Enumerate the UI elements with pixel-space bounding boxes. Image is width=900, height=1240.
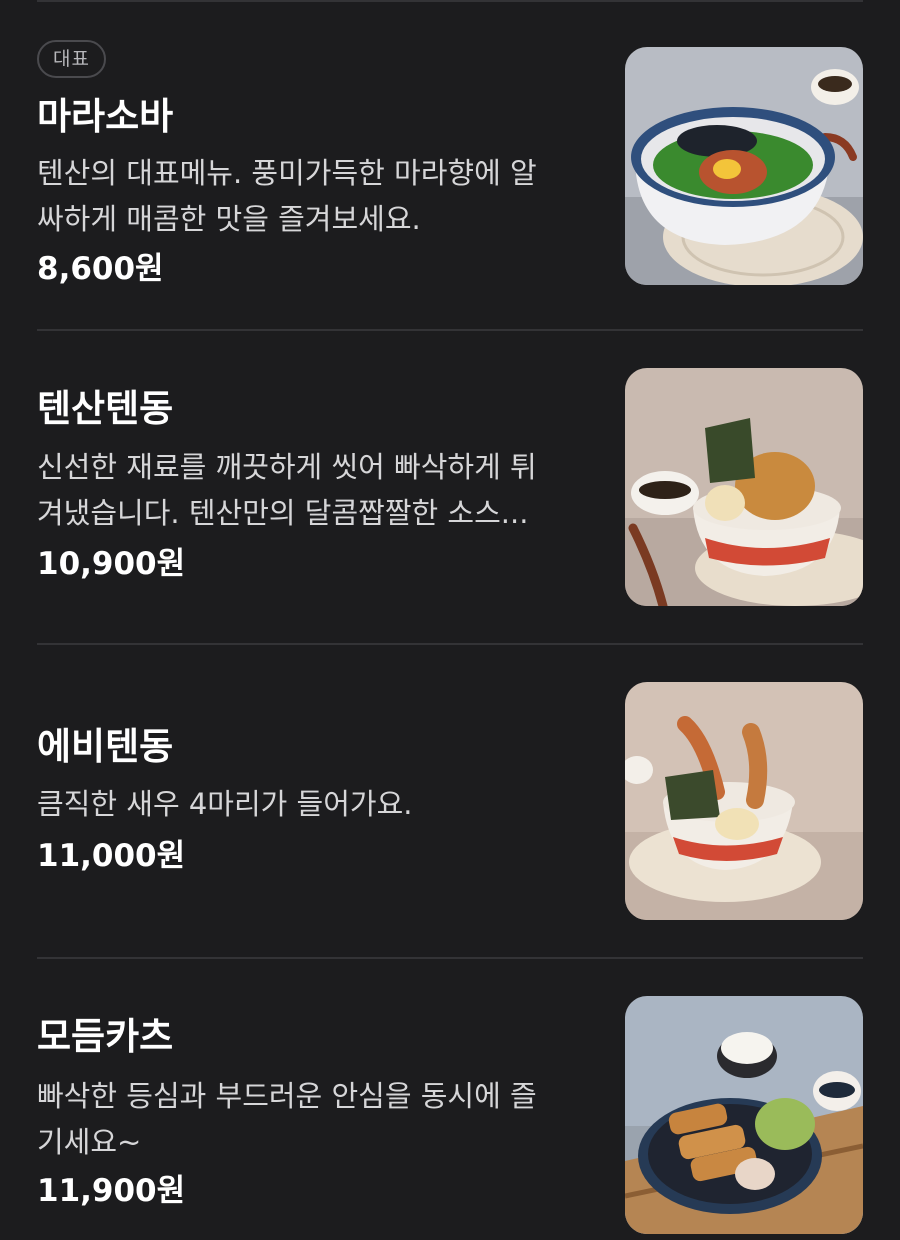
menu-item-name: 텐산텐동: [37, 387, 174, 430]
katsu-image: [625, 996, 863, 1234]
menu-item-tensan-tendon[interactable]: 텐산텐동 신선한 재료를 깨끗하게 씻어 빠삭하게 튀 겨냈습니다. 텐산만의 …: [37, 368, 863, 608]
description-line: 빠삭한 등심과 부드러운 안심을 동시에 즐: [37, 1079, 537, 1113]
food-photo: [625, 682, 863, 920]
menu-item-assorted-katsu[interactable]: 모듬카츠 빠삭한 등심과 부드러운 안심을 동시에 즐 기세요~ 11,900원: [37, 996, 863, 1236]
menu-item-price: 11,000원: [37, 838, 186, 874]
divider: [37, 329, 863, 331]
description-line: 큼직한 새우 4마리가 들어가요.: [37, 787, 413, 821]
mala-soba-image: [625, 47, 863, 285]
description-line: 신선한 재료를 깨끗하게 씻어 빠삭하게 튀: [37, 450, 537, 484]
divider: [37, 957, 863, 959]
signature-badge: 대표: [37, 40, 106, 78]
menu-item-description: 텐산의 대표메뉴. 풍미가득한 마라향에 알 싸하게 매콤한 맛을 즐겨보세요.: [37, 150, 597, 242]
menu-item-description: 신선한 재료를 깨끗하게 씻어 빠삭하게 튀 겨냈습니다. 텐산만의 달콤짭짤한…: [37, 444, 597, 536]
menu-list: 대표 마라소바 텐산의 대표메뉴. 풍미가득한 마라향에 알 싸하게 매콤한 맛…: [0, 0, 900, 1240]
description-line: 겨냈습니다. 텐산만의 달콤짭짤한 소스...: [37, 496, 529, 530]
menu-item-description: 큼직한 새우 4마리가 들어가요.: [37, 781, 597, 827]
menu-item-name: 모듬카츠: [37, 1015, 174, 1058]
menu-item-name: 에비텐동: [37, 725, 174, 768]
description-line: 텐산의 대표메뉴. 풍미가득한 마라향에 알: [37, 156, 537, 190]
menu-item-price: 10,900원: [37, 546, 186, 582]
food-photo: [625, 996, 863, 1234]
menu-item-name: 마라소바: [37, 95, 174, 138]
tendon-image: [625, 368, 863, 606]
food-photo: [625, 47, 863, 285]
ebi-tendon-image: [625, 682, 863, 920]
divider: [37, 643, 863, 645]
description-line: 기세요~: [37, 1125, 142, 1159]
menu-item-price: 8,600원: [37, 251, 164, 287]
menu-item-description: 빠삭한 등심과 부드러운 안심을 동시에 즐 기세요~: [37, 1073, 597, 1165]
description-line: 싸하게 매콤한 맛을 즐겨보세요.: [37, 202, 421, 236]
menu-item-masoba[interactable]: 대표 마라소바 텐산의 대표메뉴. 풍미가득한 마라향에 알 싸하게 매콤한 맛…: [37, 40, 863, 290]
menu-item-ebi-tendon[interactable]: 에비텐동 큼직한 새우 4마리가 들어가요. 11,000원: [37, 682, 863, 922]
menu-item-price: 11,900원: [37, 1173, 186, 1209]
food-photo: [625, 368, 863, 606]
divider: [37, 0, 863, 2]
